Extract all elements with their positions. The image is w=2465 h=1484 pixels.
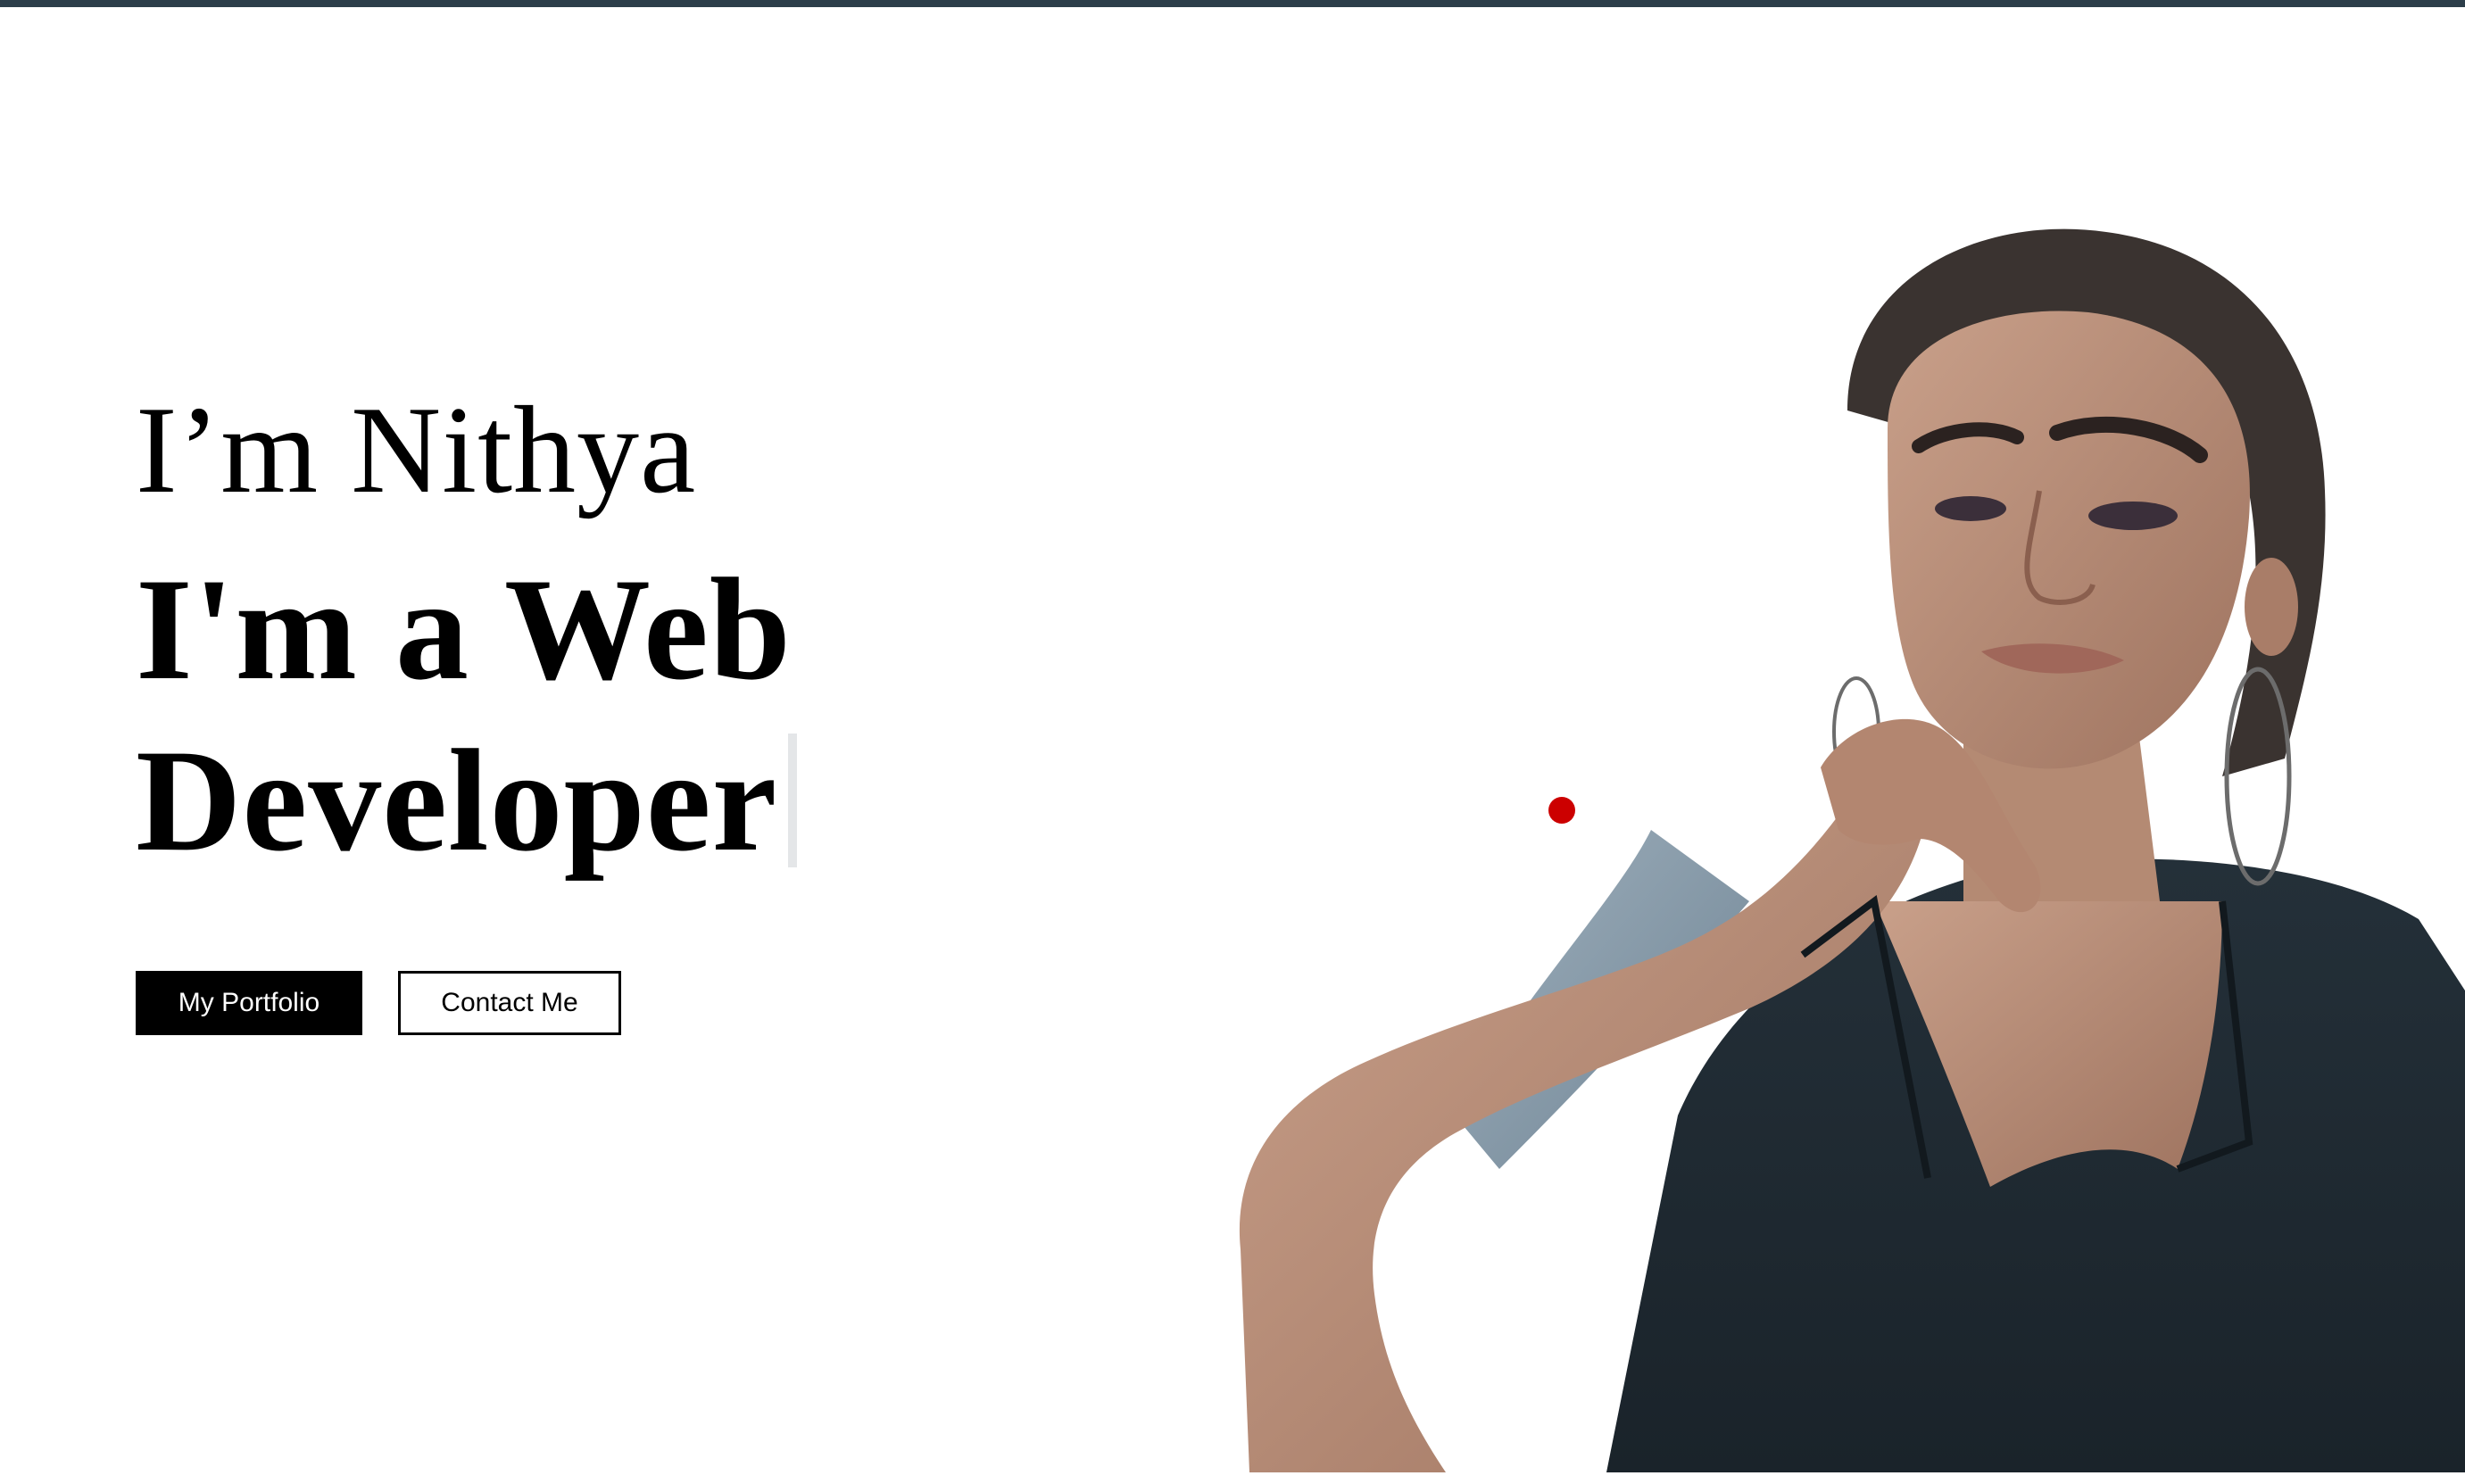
portrait-ear: [2245, 558, 2298, 656]
hero-buttons: My Portfolio Contact Me: [136, 971, 621, 1035]
portrait-eye-right: [2088, 502, 2178, 530]
typed-role-text: I'm a Web Developer: [136, 549, 792, 882]
my-portfolio-button[interactable]: My Portfolio: [136, 971, 362, 1035]
portrait-face: [1888, 311, 2250, 769]
portrait-eye-left: [1935, 496, 2006, 521]
typing-cursor: [788, 734, 798, 867]
hero-role-line: I'm a Web Developer: [136, 544, 814, 887]
hero-text-block: I’m Nithya I'm a Web Developer: [136, 375, 1028, 887]
hero-greeting: I’m Nithya: [136, 381, 697, 519]
portrait-illustration: [1239, 228, 2465, 1472]
contact-me-button[interactable]: Contact Me: [398, 971, 621, 1035]
top-border-bar: [0, 0, 2465, 7]
